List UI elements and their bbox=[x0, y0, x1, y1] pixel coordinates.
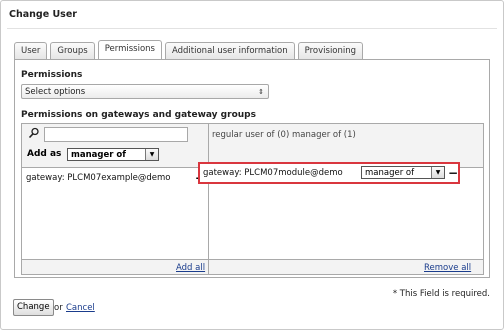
permissions-select[interactable]: Select options ⇕ bbox=[21, 84, 269, 99]
regular-user-count: (0) bbox=[277, 130, 290, 140]
tab-user[interactable]: User bbox=[14, 42, 48, 59]
add-as-dropdown-value: manager of bbox=[71, 150, 126, 160]
remove-item-icon[interactable]: − bbox=[448, 167, 458, 179]
tab-groups[interactable]: Groups bbox=[50, 42, 95, 59]
permissions-select-value: Select options bbox=[25, 87, 86, 97]
manager-count: (1) bbox=[343, 130, 356, 140]
tab-additional-user-information[interactable]: Additional user information bbox=[164, 42, 295, 59]
add-as-label: Add as bbox=[27, 149, 62, 159]
add-as-dropdown[interactable]: manager of ▼ bbox=[67, 148, 159, 161]
add-all-link[interactable]: Add all bbox=[176, 263, 205, 273]
assigned-gateways-column: regular user of (0) manager of (1) Remov… bbox=[209, 124, 483, 274]
assigned-gateway-row: gateway: PLCM07module@demo manager of ▼ … bbox=[198, 162, 460, 184]
chevron-down-icon: ▼ bbox=[145, 149, 158, 160]
gateway-permissions-label: Permissions on gateways and gateway grou… bbox=[21, 110, 256, 120]
assigned-gateway-name: gateway: PLCM07module@demo bbox=[203, 168, 343, 178]
available-gateways-list: gateway: PLCM07example@demo + bbox=[22, 168, 208, 259]
available-gateway-item: gateway: PLCM07example@demo bbox=[26, 173, 171, 183]
manager-label: manager of bbox=[291, 130, 342, 140]
search-input[interactable] bbox=[44, 127, 188, 142]
or-text: or bbox=[54, 303, 63, 313]
assigned-role-value: manager of bbox=[365, 168, 415, 178]
assigned-role-dropdown[interactable]: manager of ▼ bbox=[361, 166, 445, 179]
search-icon bbox=[28, 127, 40, 139]
up-down-arrows-icon: ⇕ bbox=[258, 88, 264, 96]
tab-bar: User Groups Permissions Additional user … bbox=[14, 40, 364, 60]
cancel-link[interactable]: Cancel bbox=[66, 303, 95, 313]
permissions-label: Permissions bbox=[21, 70, 83, 80]
right-footer-divider bbox=[209, 259, 483, 260]
role-summary: regular user of (0) manager of (1) bbox=[212, 130, 356, 140]
tab-provisioning[interactable]: Provisioning bbox=[297, 42, 364, 59]
remove-all-link[interactable]: Remove all bbox=[424, 263, 471, 273]
chevron-down-icon: ▼ bbox=[431, 167, 444, 178]
dialog-title: Change User bbox=[9, 9, 77, 20]
change-button[interactable]: Change bbox=[13, 299, 54, 316]
left-footer-divider bbox=[22, 259, 208, 260]
available-gateways-column: Add as manager of ▼ gateway: PLCM07examp… bbox=[22, 124, 209, 274]
gateway-permissions-box: Add as manager of ▼ gateway: PLCM07examp… bbox=[21, 123, 484, 275]
tab-permissions[interactable]: Permissions bbox=[97, 40, 162, 59]
title-divider bbox=[7, 28, 497, 29]
regular-user-label: regular user of bbox=[212, 130, 275, 140]
required-field-note: * This Field is required. bbox=[392, 289, 490, 299]
